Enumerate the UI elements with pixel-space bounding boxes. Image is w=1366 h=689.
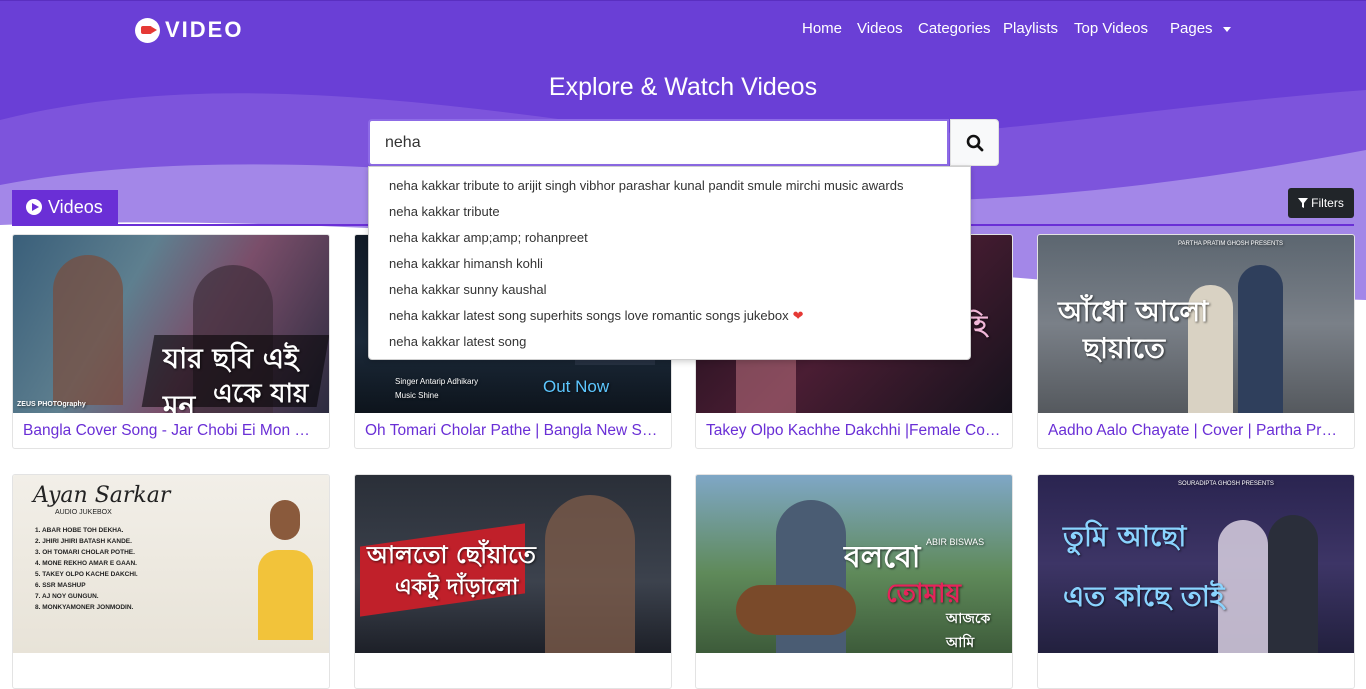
suggestion-text: neha kakkar latest song superhits songs … bbox=[389, 308, 789, 323]
thumb-presents: SOURADIPTA GHOSH PRESENTS bbox=[1178, 481, 1274, 487]
nav-pages-label: Pages bbox=[1170, 20, 1213, 37]
heart-icon: ❤ bbox=[792, 308, 804, 323]
video-card[interactable]: PARTHA PRATIM GHOSH PRESENTS আঁধো আলো ছা… bbox=[1037, 234, 1355, 449]
video-thumbnail[interactable]: যার ছবি এই মন একে যায় ZEUS PHOTOgraphy bbox=[13, 235, 329, 413]
search-suggestions-dropdown: neha kakkar tribute to arijit singh vibh… bbox=[368, 166, 971, 360]
nav-categories[interactable]: Categories bbox=[918, 20, 991, 37]
video-title[interactable]: Oh Tomari Cholar Pathe | Bangla New Song bbox=[355, 413, 671, 448]
thumb-artist: Ayan Sarkar bbox=[33, 483, 171, 508]
filter-icon bbox=[1298, 198, 1309, 208]
video-thumbnail[interactable]: Ayan Sarkar AUDIO JUKEBOX 1. ABAR HOBE T… bbox=[13, 475, 329, 653]
video-card[interactable]: যার ছবি এই মন একে যায় ZEUS PHOTOgraphy … bbox=[12, 234, 330, 449]
caret-down-icon bbox=[1222, 26, 1231, 32]
play-circle-icon bbox=[26, 199, 42, 215]
search-icon bbox=[966, 134, 983, 151]
filters-label: Filters bbox=[1311, 196, 1344, 210]
videos-section-tab[interactable]: Videos bbox=[12, 190, 118, 224]
video-card[interactable]: আলতো ছোঁয়াতে একটু দাঁড়ালো bbox=[354, 474, 672, 689]
thumb-credit: ZEUS PHOTOgraphy bbox=[17, 401, 86, 408]
video-title[interactable] bbox=[355, 653, 671, 688]
suggestion-item[interactable]: neha kakkar amp;amp; rohanpreet bbox=[369, 225, 970, 251]
suggestion-item[interactable]: neha kakkar himansh kohli bbox=[369, 251, 970, 277]
thumb-out-now: Out Now bbox=[543, 377, 610, 396]
nav-playlists[interactable]: Playlists bbox=[1003, 20, 1058, 37]
video-card[interactable]: বলবো ABIR BISWAS তোমায় আজকে আমি bbox=[695, 474, 1013, 689]
top-navbar: VIDEO Home Videos Categories Playlists T… bbox=[0, 0, 1366, 58]
video-title[interactable] bbox=[13, 653, 329, 688]
brand-logo[interactable]: VIDEO bbox=[135, 17, 243, 43]
video-card[interactable]: Ayan Sarkar AUDIO JUKEBOX 1. ABAR HOBE T… bbox=[12, 474, 330, 689]
video-title[interactable] bbox=[696, 653, 1012, 688]
video-title[interactable]: Takey Olpo Kachhe Dakchhi |Female Cover bbox=[696, 413, 1012, 448]
video-camera-icon bbox=[135, 17, 160, 43]
nav-videos[interactable]: Videos bbox=[857, 20, 903, 37]
suggestion-item[interactable]: neha kakkar latest song superhits songs … bbox=[369, 303, 970, 329]
thumb-music: Music Shine bbox=[395, 391, 439, 400]
nav-home[interactable]: Home bbox=[802, 20, 842, 37]
nav-pages-dropdown[interactable]: Pages bbox=[1170, 20, 1231, 37]
video-card[interactable]: SOURADIPTA GHOSH PRESENTS তুমি আছো এত কা… bbox=[1037, 474, 1355, 689]
thumb-jukebox: AUDIO JUKEBOX bbox=[55, 509, 112, 516]
thumb-presents: PARTHA PRATIM GHOSH PRESENTS bbox=[1178, 241, 1284, 247]
suggestion-item[interactable]: neha kakkar latest song bbox=[369, 329, 970, 355]
videos-tab-label: Videos bbox=[48, 196, 103, 217]
search-input[interactable] bbox=[368, 119, 949, 166]
video-thumbnail[interactable]: বলবো ABIR BISWAS তোমায় আজকে আমি bbox=[696, 475, 1012, 653]
video-title[interactable]: Bangla Cover Song - Jar Chobi Ei Mon Eke… bbox=[13, 413, 329, 448]
nav-top-videos[interactable]: Top Videos bbox=[1074, 20, 1148, 37]
page-title: Explore & Watch Videos bbox=[548, 73, 818, 101]
thumb-tracklist: 1. ABAR HOBE TOH DEKHA. 2. JHIRI JHIRI BA… bbox=[35, 527, 138, 611]
brand-name: VIDEO bbox=[165, 17, 244, 42]
video-title[interactable]: Aadho Aalo Chayate | Cover | Partha Prat… bbox=[1038, 413, 1354, 448]
suggestion-item[interactable]: neha kakkar tribute to arijit singh vibh… bbox=[369, 173, 970, 199]
suggestion-item[interactable]: neha kakkar tribute bbox=[369, 199, 970, 225]
video-thumbnail[interactable]: PARTHA PRATIM GHOSH PRESENTS আঁধো আলো ছা… bbox=[1038, 235, 1354, 413]
search-button[interactable] bbox=[950, 119, 999, 166]
thumb-artist-name: ABIR BISWAS bbox=[926, 537, 985, 547]
suggestion-item[interactable]: neha kakkar sunny kaushal bbox=[369, 277, 970, 303]
video-thumbnail[interactable]: SOURADIPTA GHOSH PRESENTS তুমি আছো এত কা… bbox=[1038, 475, 1354, 653]
thumb-singer: Singer Antarip Adhikary bbox=[395, 377, 479, 386]
filters-button[interactable]: Filters bbox=[1288, 188, 1354, 218]
video-title[interactable] bbox=[1038, 653, 1354, 688]
video-thumbnail[interactable]: আলতো ছোঁয়াতে একটু দাঁড়ালো bbox=[355, 475, 671, 653]
